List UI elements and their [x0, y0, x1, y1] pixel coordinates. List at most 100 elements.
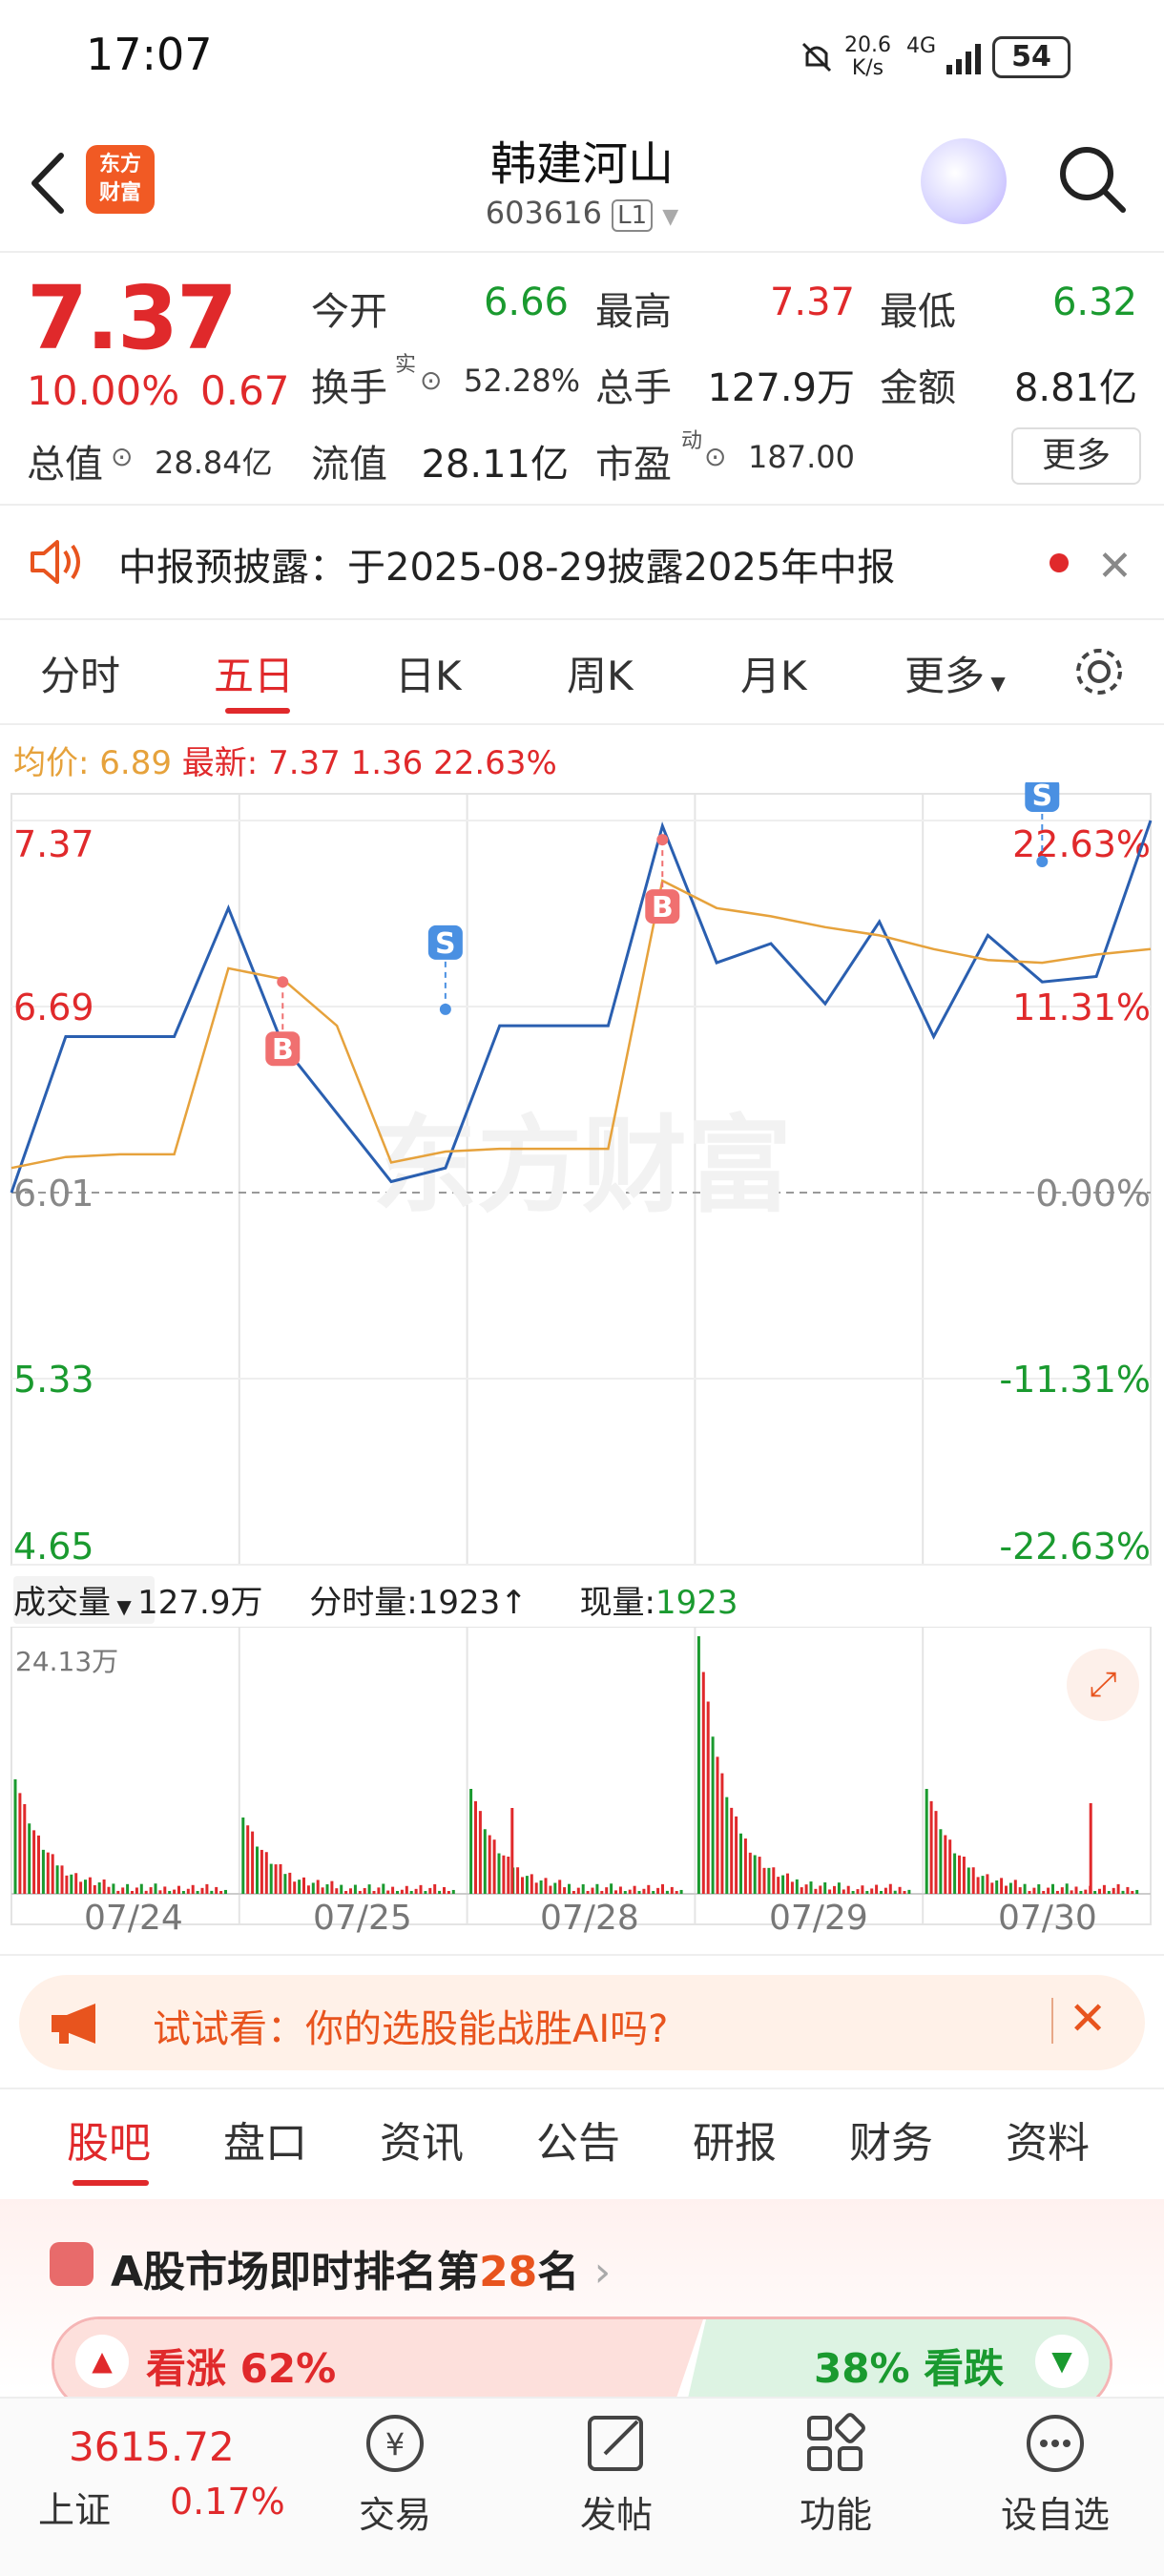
mute-icon [801, 42, 832, 73]
divider [0, 1954, 1164, 1956]
tab-intraday[interactable]: 分时 [40, 644, 120, 702]
float-label: 流值 [311, 443, 387, 487]
marker-dot [277, 976, 289, 988]
y-pct-label: 0.00% [1035, 1173, 1151, 1215]
y-tick-label: 5.33 [13, 1359, 94, 1401]
y-pct-label: -22.63% [999, 1526, 1151, 1568]
ai-banner-text[interactable]: 试试看：你的选股能战胜AI吗? [153, 1998, 668, 2053]
active-tab-indicator [225, 708, 290, 714]
y-pct-label: 11.31% [1012, 987, 1151, 1028]
close-icon[interactable]: ✕ [1097, 542, 1133, 591]
search-icon[interactable] [1054, 141, 1131, 218]
svg-text:¥: ¥ [385, 2426, 405, 2462]
y-pct-label: 22.63% [1012, 823, 1151, 865]
date-label: 07/25 [313, 1899, 412, 1938]
y-tick-label: 4.65 [13, 1526, 94, 1568]
up-arrow-icon[interactable]: ▲ [75, 2335, 129, 2388]
chart-legend: 均价: 6.89 最新: 7.37 1.36 22.63% [13, 744, 557, 782]
gear-icon[interactable] [1070, 643, 1128, 700]
tab-announcements[interactable]: 公告 [536, 2109, 620, 2170]
ranking-text[interactable]: A股市场即时排名第28名 › [111, 2237, 611, 2298]
apps-icon[interactable] [801, 2410, 870, 2477]
float-value: 28.11亿 [421, 443, 569, 487]
date-label: 07/28 [540, 1899, 639, 1938]
nav-trade[interactable]: 交易 [319, 2485, 471, 2538]
notice-text[interactable]: 中报预披露：于2025-08-29披露2025年中报 [118, 536, 895, 592]
low-value: 6.32 [1051, 280, 1137, 324]
divider [1051, 1998, 1053, 2044]
nav-add-watchlist[interactable]: 设自选 [979, 2485, 1132, 2538]
more-quote-button[interactable]: 更多 [1011, 427, 1141, 485]
index-value[interactable]: 3615.72 [69, 2423, 235, 2470]
level-badge: L1 [612, 199, 654, 232]
ai-robot-avatar[interactable] [921, 138, 1007, 224]
tab-research[interactable]: 研报 [693, 2109, 777, 2170]
network-type: 4G [906, 34, 937, 58]
current-price: 7.37 [27, 267, 238, 369]
index-name[interactable]: 上证 [38, 2481, 111, 2533]
y-tick-label: 6.01 [13, 1173, 94, 1215]
trade-icon[interactable]: ¥ [361, 2410, 429, 2477]
sell-marker: S [1031, 782, 1052, 813]
info-icon[interactable]: ⊙ [111, 441, 133, 472]
high-value: 7.37 [769, 280, 855, 324]
marker-dot [656, 834, 669, 846]
y-tick-label: 6.69 [13, 987, 94, 1028]
tab-more[interactable]: 更多 ▼ [904, 644, 1006, 702]
change-amount: 0.67 [200, 367, 290, 414]
volume-frame [10, 1627, 1152, 1925]
turnover-label: 换手 [311, 366, 387, 410]
bullish-label: 看涨 62% [146, 2345, 337, 2392]
high-label: 最高 [595, 290, 672, 334]
down-arrow-icon[interactable]: ▼ [1035, 2335, 1089, 2388]
pe-value: 187.00 [748, 439, 855, 475]
tab-daily-k[interactable]: 日K [395, 644, 462, 702]
chevron-down-icon: ▼ [662, 205, 679, 229]
expand-icon[interactable]: ⤢ [1067, 1649, 1139, 1721]
amount-value: 8.81亿 [1013, 366, 1137, 410]
watermark: 东方财富 [372, 1105, 792, 1227]
volume-label: 总手 [595, 366, 672, 410]
status-bar: 17:07 20.6 K/s 4G 54 [0, 0, 1164, 114]
turnover-sup: 实 [395, 353, 417, 377]
amount-label: 金额 [880, 366, 956, 410]
speaker-icon [31, 540, 80, 584]
buy-marker: B [272, 1033, 294, 1067]
tab-monthly-k[interactable]: 月K [740, 644, 807, 702]
active-tab-indicator [73, 2180, 149, 2186]
open-value: 6.66 [483, 280, 569, 324]
divider [0, 2088, 1164, 2089]
status-time: 17:07 [86, 29, 213, 80]
signal-icon [946, 44, 981, 74]
post-icon[interactable] [582, 2410, 651, 2477]
close-icon[interactable]: ✕ [1069, 1992, 1107, 2046]
open-label: 今开 [311, 290, 387, 334]
tab-finance[interactable]: 财务 [849, 2109, 933, 2170]
date-label: 07/30 [998, 1899, 1097, 1938]
mktcap-label: 总值 [27, 443, 103, 487]
y-tick-label: 7.37 [13, 823, 94, 865]
battery-indicator: 54 [992, 36, 1070, 78]
tab-five-day[interactable]: 五日 [214, 644, 294, 702]
info-icon[interactable]: ⊙ [704, 441, 726, 472]
more-dots-icon[interactable] [1021, 2410, 1090, 2477]
price-chart[interactable]: 7.37 22.63% 6.69 11.31% 6.01 0.00% 5.33 -11.31%… [0, 782, 1164, 1574]
tab-profile[interactable]: 资料 [1006, 2109, 1090, 2170]
pe-sup: 动 [681, 429, 703, 453]
info-icon[interactable]: ⊙ [420, 364, 442, 396]
tab-news[interactable]: 资讯 [380, 2109, 464, 2170]
pe-label: 市盈 [595, 443, 672, 487]
ranking-icon [50, 2242, 94, 2286]
sell-marker: S [435, 927, 456, 961]
volume-value: 127.9万 [707, 366, 855, 410]
bearish-label: 38% 看跌 [814, 2345, 1005, 2392]
nav-post[interactable]: 发帖 [540, 2485, 693, 2538]
index-change[interactable]: 0.17% [170, 2481, 285, 2523]
marker-dot [439, 1003, 451, 1015]
tab-forum[interactable]: 股吧 [67, 2109, 151, 2170]
tab-order-book[interactable]: 盘口 [223, 2109, 307, 2170]
volume-header: 成交量 ▼ 127.9万 分时量:1923↑ 现量:1923 [13, 1584, 738, 1622]
turnover-value: 52.28% [464, 363, 581, 399]
nav-functions[interactable]: 功能 [759, 2485, 912, 2538]
tab-weekly-k[interactable]: 周K [567, 644, 634, 702]
